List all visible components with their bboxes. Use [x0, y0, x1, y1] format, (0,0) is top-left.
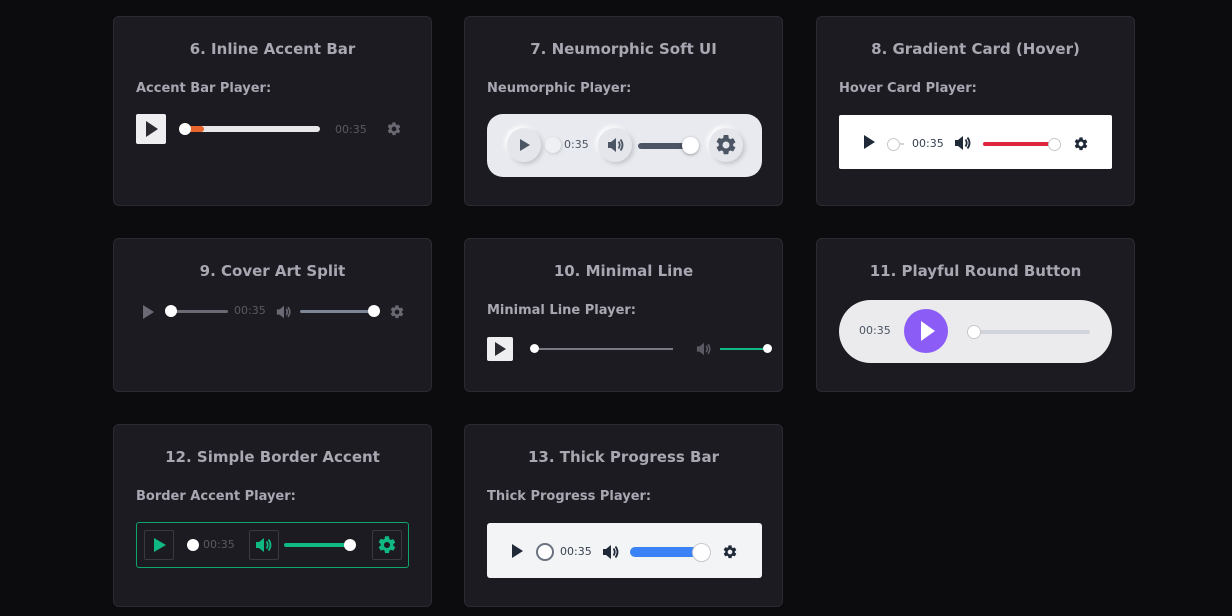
mute-button[interactable] — [598, 128, 632, 162]
play-button[interactable] — [139, 303, 157, 321]
player-body: 00:35 — [487, 523, 762, 578]
volume-thumb[interactable] — [344, 539, 356, 551]
progress-track[interactable] — [165, 305, 228, 317]
gear-icon — [1074, 137, 1088, 151]
play-icon — [146, 121, 158, 137]
card-title: 12. Simple Border Accent — [165, 448, 380, 466]
play-icon — [154, 538, 166, 552]
player-body: 00:35 — [136, 522, 409, 568]
gear-icon — [387, 122, 401, 136]
mute-button[interactable] — [695, 341, 713, 357]
play-button[interactable] — [136, 114, 166, 144]
progress-track[interactable] — [530, 344, 673, 353]
card-inline-accent-bar: 6. Inline Accent Bar Accent Bar Player: … — [113, 16, 432, 206]
player-label: Accent Bar Player: — [136, 81, 272, 96]
play-icon — [512, 544, 523, 558]
card-thick-progress-bar: 13. Thick Progress Bar Thick Progress Pl… — [464, 424, 783, 607]
volume-track[interactable] — [720, 344, 772, 353]
volume-thumb[interactable] — [692, 543, 711, 562]
gear-icon — [716, 134, 736, 155]
volume-icon — [696, 342, 711, 356]
settings-button[interactable] — [722, 544, 738, 560]
time-display: 00:35 — [912, 137, 944, 150]
player-label: Border Accent Player: — [136, 489, 296, 504]
volume-track[interactable] — [983, 138, 1061, 151]
player-body: 00:35 — [839, 300, 1112, 363]
card-cover-art-split: 9. Cover Art Split 00:35 — [113, 238, 432, 392]
time-display: 00:35 — [234, 304, 266, 317]
progress-thumb[interactable] — [967, 325, 981, 339]
player-label: Neumorphic Player: — [487, 81, 632, 96]
card-title: 6. Inline Accent Bar — [189, 40, 356, 58]
progress-track[interactable] — [899, 143, 904, 145]
progress-thumb[interactable] — [530, 344, 539, 353]
play-button[interactable] — [144, 530, 174, 560]
player-label: Hover Card Player: — [839, 81, 977, 96]
progress-thumb[interactable] — [536, 543, 554, 561]
card-gradient-card-hover: 8. Gradient Card (Hover) Hover Card Play… — [816, 16, 1135, 206]
player-body: 0:35 — [487, 114, 762, 177]
settings-button[interactable] — [372, 530, 402, 560]
play-button[interactable] — [507, 128, 541, 162]
card-title: 8. Gradient Card (Hover) — [871, 40, 1080, 58]
volume-thumb[interactable] — [1048, 138, 1061, 151]
volume-icon — [955, 136, 971, 150]
play-icon — [864, 135, 875, 149]
progress-thumb[interactable] — [545, 137, 561, 153]
card-title: 7. Neumorphic Soft UI — [530, 40, 717, 58]
play-button[interactable] — [859, 132, 879, 152]
volume-track[interactable] — [638, 137, 699, 154]
player-label: Minimal Line Player: — [487, 303, 636, 318]
card-simple-border-accent: 12. Simple Border Accent Border Accent P… — [113, 424, 432, 607]
time-display: 0:35 — [564, 138, 589, 151]
progress-thumb[interactable] — [179, 123, 191, 135]
gear-icon — [378, 536, 396, 554]
card-title: 11. Playful Round Button — [869, 262, 1082, 280]
progress-thumb[interactable] — [165, 305, 177, 317]
volume-track[interactable] — [284, 539, 356, 551]
time-display: 00:35 — [203, 538, 235, 551]
volume-thumb[interactable] — [682, 137, 699, 154]
mute-button[interactable] — [275, 304, 293, 320]
time-display: 00:35 — [335, 123, 367, 136]
gear-icon — [723, 545, 737, 559]
play-button[interactable] — [487, 337, 513, 361]
volume-track[interactable] — [630, 543, 711, 562]
settings-button[interactable] — [709, 128, 743, 162]
volume-track[interactable] — [300, 305, 380, 317]
card-title: 13. Thick Progress Bar — [528, 448, 719, 466]
time-display: 00:35 — [859, 324, 891, 337]
volume-thumb[interactable] — [763, 344, 772, 353]
gear-icon — [390, 305, 404, 319]
volume-icon — [276, 305, 291, 319]
card-neumorphic-soft-ui: 7. Neumorphic Soft UI Neumorphic Player:… — [464, 16, 783, 206]
card-title: 9. Cover Art Split — [199, 262, 346, 280]
volume-icon — [608, 138, 624, 152]
play-icon — [495, 342, 506, 356]
play-button[interactable] — [507, 541, 527, 561]
progress-track[interactable] — [967, 325, 1090, 339]
volume-icon — [256, 538, 272, 552]
settings-button[interactable] — [386, 121, 402, 137]
settings-button[interactable] — [389, 304, 405, 320]
play-icon — [520, 139, 530, 151]
mute-button[interactable] — [953, 134, 973, 152]
card-minimal-line: 10. Minimal Line Minimal Line Player: — [464, 238, 783, 392]
player-body: 00:35 — [839, 115, 1112, 169]
mute-button[interactable] — [601, 543, 621, 561]
volume-icon — [603, 545, 619, 559]
card-playful-round-button: 11. Playful Round Button 00:35 — [816, 238, 1135, 392]
play-button[interactable] — [904, 309, 948, 353]
play-icon — [921, 321, 935, 341]
settings-button[interactable] — [1073, 136, 1089, 152]
mute-button[interactable] — [249, 530, 279, 560]
card-title: 10. Minimal Line — [553, 262, 694, 280]
progress-track[interactable] — [179, 123, 320, 135]
volume-thumb[interactable] — [368, 305, 380, 317]
play-icon — [143, 305, 154, 319]
progress-thumb[interactable] — [187, 539, 199, 551]
time-display: 00:35 — [560, 545, 592, 558]
player-label: Thick Progress Player: — [487, 489, 652, 504]
